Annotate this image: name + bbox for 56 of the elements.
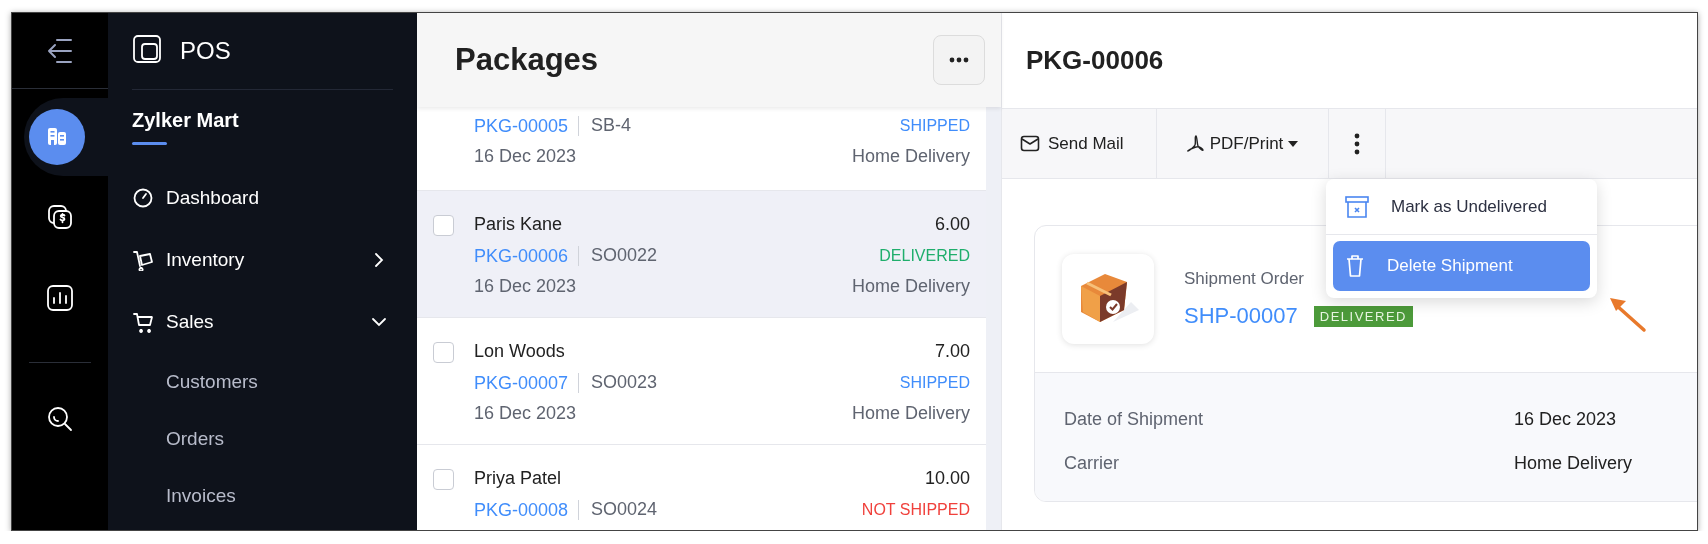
send-mail-button[interactable]: Send Mail [1002, 109, 1157, 178]
order-number: SO0022 [590, 244, 658, 267]
nav-subitem[interactable]: Orders [132, 410, 393, 467]
cart-icon [132, 311, 154, 333]
list-title: Packages [455, 42, 599, 78]
amount: 10.00 [923, 467, 970, 490]
annotation-arrow [1608, 295, 1648, 333]
checkbox[interactable] [433, 215, 454, 236]
field-value: 16 Dec 2023 [1514, 408, 1617, 430]
customer-name: Priya Patel [474, 467, 563, 490]
menu-item[interactable]: Mark as Undelivered [1333, 179, 1590, 234]
active-underline [132, 142, 167, 145]
app-name: POS [180, 37, 231, 65]
pdf-print-button[interactable]: PDF/Print [1157, 109, 1329, 178]
package-row[interactable]: Paris Kane PKG-00006 SO0022 16 Dec 2023 6.00 DELIVERED Home Delivery [417, 191, 986, 318]
status-text: SHIPPED [898, 116, 970, 136]
mail-icon [1020, 134, 1040, 153]
caret-icon [1287, 139, 1300, 148]
pdf-icon [1185, 133, 1206, 154]
customer-name: Paris Kane [474, 213, 564, 236]
archive-box-icon [1345, 195, 1369, 218]
shipment-label: Shipment Order [1184, 269, 1305, 289]
order-number: SB-4 [590, 114, 632, 137]
customer-name: Lon Woods [474, 340, 566, 363]
trolley-icon [132, 249, 154, 271]
status-badge: DELIVERED [1313, 305, 1413, 327]
order-number: SO0024 [590, 498, 658, 521]
organization-name[interactable]: Zylker Mart [132, 109, 239, 132]
nav-item[interactable]: Inventory [132, 229, 393, 291]
field-label: Date of Shipment [1064, 408, 1205, 430]
trash-icon [1345, 254, 1365, 278]
package-title: PKG-00006 [1026, 45, 1164, 76]
dashboard-icon [132, 187, 154, 209]
nav-item[interactable]: Dashboard [132, 167, 393, 229]
status-text: DELIVERED [878, 246, 970, 266]
carrier: Home Delivery [851, 145, 970, 168]
field-value: Home Delivery [1514, 452, 1633, 474]
carrier: Home Delivery [851, 275, 970, 298]
date: 16 Dec 2023 [474, 275, 578, 298]
status-text: SHIPPED [898, 373, 970, 393]
amount: 7.00 [933, 340, 970, 363]
more-icon [1354, 132, 1360, 155]
carrier: Home Delivery [851, 402, 970, 425]
field-label: Carrier [1064, 452, 1120, 474]
date: 16 Dec 2023 [474, 145, 578, 168]
status-text: NOT SHIPPED [861, 500, 970, 520]
more-icon [949, 57, 969, 63]
checkbox[interactable] [433, 469, 454, 490]
date: 16 Dec 2023 [474, 402, 578, 425]
amount: 6.00 [933, 213, 970, 236]
checkbox[interactable] [433, 342, 454, 363]
store-icon[interactable] [29, 109, 85, 165]
order-number: SO0023 [590, 371, 658, 394]
nav-subitem[interactable]: Invoices [132, 467, 393, 524]
nav-subitem[interactable]: Customers [132, 353, 393, 410]
nav-item[interactable]: Sales [132, 291, 393, 353]
